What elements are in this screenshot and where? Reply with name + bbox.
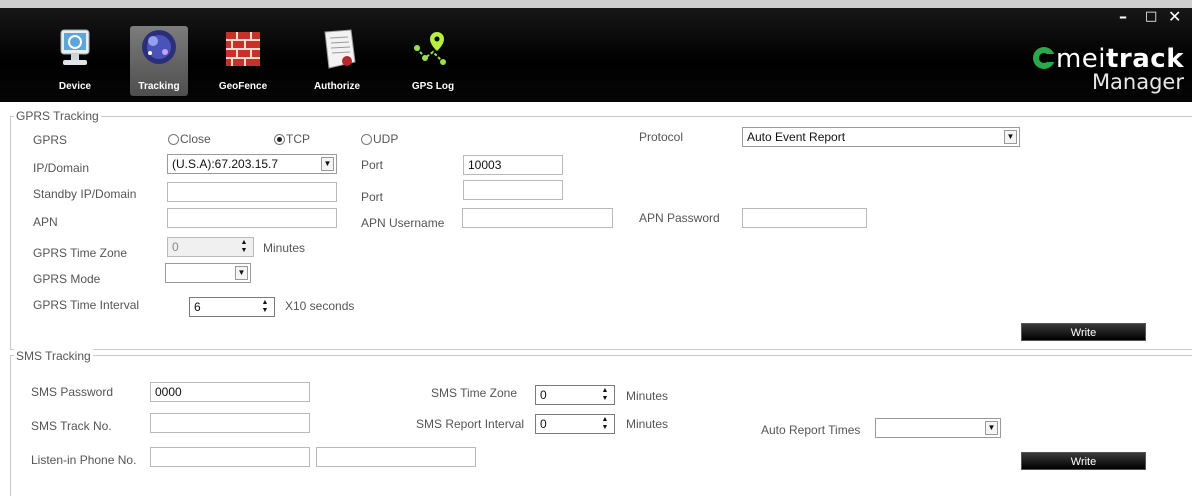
toolbar-authorize-label: Authorize [313, 81, 361, 92]
ip-domain-dropdown-arrow-icon[interactable]: ▼ [321, 157, 334, 171]
gprs-write-button[interactable]: Write [1021, 323, 1146, 341]
toolbar-geofence-label: GeoFence [218, 81, 268, 92]
toolbar-tracking[interactable]: Tracking [130, 26, 188, 96]
meitrack-logo: meitrack Manager [1032, 44, 1184, 94]
sms-timezone-unit: Minutes [626, 389, 669, 403]
sms-password-input[interactable]: 0000 [150, 382, 310, 402]
gprs-interval-label: GPRS Time Interval [33, 298, 140, 312]
gps-log-icon [414, 32, 446, 65]
protocol-dropdown-arrow-icon[interactable]: ▼ [1004, 130, 1017, 144]
sms-track-no-input[interactable] [150, 413, 310, 433]
radio-udp[interactable]: UDP [361, 132, 398, 146]
standby-port-label: Port [361, 190, 384, 204]
sms-report-interval-unit: Minutes [626, 417, 669, 431]
gprs-timezone-label: GPRS Time Zone [33, 246, 128, 260]
radio-udp-indicator[interactable] [361, 134, 372, 145]
maximize-button[interactable]: □ [1145, 10, 1157, 24]
sms-timezone-stepper[interactable]: 0 ▲ ▼ [535, 385, 615, 405]
gprs-interval-spin-arrows-icon[interactable]: ▲ ▼ [260, 299, 270, 315]
auto-report-times-label: Auto Report Times [761, 423, 861, 437]
radio-tcp-label: TCP [286, 132, 310, 146]
protocol-value: Auto Event Report [747, 130, 846, 144]
certificate-icon [324, 29, 356, 69]
title-strip [0, 0, 1192, 8]
sms-password-label: SMS Password [31, 385, 114, 399]
sms-write-button[interactable]: Write [1021, 452, 1146, 470]
apn-password-input[interactable] [742, 208, 867, 228]
sms-password-value: 0000 [155, 385, 182, 399]
ip-domain-select[interactable]: (U.S.A):67.203.15.7 ▼ [167, 154, 337, 174]
gprs-interval-unit: X10 seconds [285, 299, 355, 313]
standby-ip-label: Standby IP/Domain [33, 187, 137, 201]
brick-wall-icon [226, 32, 260, 66]
listen-in-phone-input-2[interactable] [316, 447, 476, 467]
protocol-select[interactable]: Auto Event Report ▼ [742, 127, 1020, 147]
radio-tcp[interactable]: TCP [274, 132, 310, 146]
toolbar-gps-log-label: GPS Log [411, 81, 455, 92]
meitrack-logo-icon [1032, 47, 1056, 69]
gprs-timezone-stepper[interactable]: 0 ▲ ▼ [167, 237, 254, 257]
gprs-timezone-value: 0 [172, 240, 179, 254]
radio-close[interactable]: Close [168, 132, 211, 146]
sms-timezone-spin-arrows-icon[interactable]: ▲ ▼ [600, 387, 610, 403]
toolbar-device-label: Device [58, 81, 92, 92]
sms-report-interval-stepper[interactable]: 0 ▲ ▼ [535, 414, 615, 434]
apn-input[interactable] [167, 208, 337, 228]
toolbar-gps-log[interactable]: GPS Log [404, 26, 462, 96]
toolbar-device[interactable]: Device [46, 26, 104, 96]
protocol-label: Protocol [639, 130, 684, 144]
gprs-label: GPRS [33, 133, 68, 147]
sms-report-interval-spin-arrows-icon[interactable]: ▲ ▼ [600, 416, 610, 432]
toolbar-tracking-label: Tracking [138, 81, 180, 92]
port-input[interactable]: 10003 [463, 155, 563, 175]
apn-label: APN [33, 215, 58, 229]
listen-in-phone-input-1[interactable] [150, 447, 310, 467]
apn-username-input[interactable] [462, 208, 613, 228]
sms-track-no-label: SMS Track No. [31, 419, 112, 433]
standby-port-input[interactable] [463, 180, 563, 200]
sms-report-interval-label: SMS Report Interval [416, 417, 525, 431]
app-toolbar: – □ ✕ Device Tracking GeoFence Authorize… [0, 0, 1192, 102]
radio-udp-label: UDP [373, 132, 399, 146]
listen-in-phone-label: Listen-in Phone No. [31, 453, 137, 467]
port-label: Port [361, 158, 384, 172]
gprs-timezone-unit: Minutes [263, 241, 306, 255]
standby-ip-input[interactable] [167, 182, 337, 202]
apn-password-label: APN Password [639, 211, 720, 225]
gprs-interval-value: 6 [194, 300, 201, 314]
gprs-interval-stepper[interactable]: 6 ▲ ▼ [189, 297, 275, 317]
auto-report-times-dropdown-arrow-icon[interactable]: ▼ [985, 421, 998, 435]
ip-domain-value: (U.S.A):67.203.15.7 [172, 157, 279, 171]
close-button[interactable]: ✕ [1168, 9, 1181, 25]
toolbar-authorize[interactable]: Authorize [308, 26, 366, 96]
sms-tracking-title: SMS Tracking [14, 349, 93, 363]
gprs-mode-select[interactable]: ▼ [165, 263, 251, 283]
ip-domain-label: IP/Domain [33, 161, 90, 175]
port-value: 10003 [468, 158, 502, 172]
radio-close-indicator[interactable] [168, 134, 179, 145]
auto-report-times-select[interactable]: ▼ [875, 418, 1001, 438]
apn-username-label: APN Username [361, 216, 445, 230]
toolbar-geofence[interactable]: GeoFence [214, 26, 272, 96]
radar-globe-icon [142, 30, 176, 64]
sms-report-interval-value: 0 [540, 417, 547, 431]
minimize-button[interactable]: – [1119, 9, 1127, 25]
gprs-mode-dropdown-arrow-icon[interactable]: ▼ [235, 266, 248, 280]
radio-tcp-indicator[interactable] [274, 134, 285, 145]
gprs-tracking-group [10, 116, 1192, 350]
gprs-timezone-spin-arrows-icon[interactable]: ▲ ▼ [239, 239, 249, 255]
gprs-tracking-title: GPRS Tracking [14, 109, 101, 123]
sms-timezone-label: SMS Time Zone [431, 386, 518, 400]
gprs-mode-label: GPRS Mode [33, 272, 101, 286]
sms-timezone-value: 0 [540, 388, 547, 402]
radio-close-label: Close [180, 132, 211, 146]
monitor-icon [60, 29, 90, 65]
